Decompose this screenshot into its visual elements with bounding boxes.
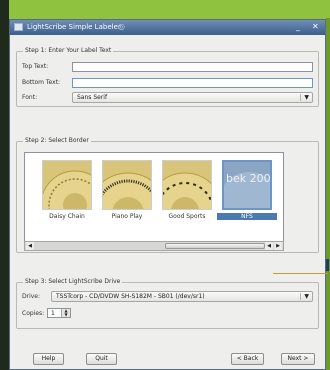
scroll-left-icon[interactable]: ◀: [26, 242, 34, 250]
window-title: LightScribe Simple Labeler: [27, 23, 121, 31]
border-label-good-sports: Good Sports: [168, 213, 206, 220]
scroll-right-icon[interactable]: ▶: [274, 242, 282, 250]
top-text-label: Top Text:: [22, 63, 49, 70]
chevron-down-icon: ▼: [304, 94, 309, 101]
border-scrollbar[interactable]: ◀ ◀ ▶: [24, 241, 284, 251]
top-text-input[interactable]: [72, 62, 313, 72]
copies-value: 1: [51, 310, 55, 317]
desktop-edge: [0, 0, 9, 370]
minimize-button[interactable]: _: [296, 22, 300, 31]
labeler-window: LightScribe Simple Labeler ◎ _ ✕ Step 1:…: [9, 19, 329, 370]
drive-select-value: TSSTcorp - CD/DVDW SH-S182M - SB01 (/dev…: [56, 293, 205, 300]
scroll-left-end-icon[interactable]: ◀: [265, 242, 273, 250]
border-thumb-daisy-chain[interactable]: [42, 160, 92, 210]
nfs-art-text: bek 200: [226, 172, 271, 185]
combo-separator: [300, 293, 301, 300]
step2-group: Step 2: Select Border Daisy Chain Piano …: [16, 137, 319, 253]
next-button[interactable]: Next >: [281, 353, 315, 365]
bottom-text-label: Bottom Text:: [22, 79, 61, 86]
close-button[interactable]: ✕: [312, 22, 319, 31]
combo-separator: [300, 94, 301, 101]
window-edge-marker: [326, 259, 329, 271]
font-label: Font:: [22, 94, 38, 101]
border-label-nfs: NFS: [217, 213, 277, 220]
spinner-arrows-icon[interactable]: ▲ ▼: [61, 309, 70, 317]
decorative-line: [273, 273, 328, 274]
step1-legend: Step 1: Enter Your Label Text: [23, 47, 114, 54]
border-thumb-good-sports[interactable]: [162, 160, 212, 210]
title-bar[interactable]: LightScribe Simple Labeler ◎ _ ✕: [10, 20, 325, 35]
back-button[interactable]: < Back: [231, 353, 264, 365]
good-sports-art: [163, 161, 211, 209]
chevron-down-icon: ▼: [304, 293, 309, 300]
step3-legend: Step 3: Select LightScribe Drive: [23, 278, 123, 285]
daisy-chain-art: [43, 161, 91, 209]
scrollbar-thumb[interactable]: [165, 243, 265, 249]
step3-group: Step 3: Select LightScribe Drive Drive: …: [16, 278, 319, 329]
copies-spinner[interactable]: 1 ▲ ▼: [47, 308, 71, 318]
window-shadow: [326, 18, 330, 370]
piano-play-art: [103, 161, 151, 209]
app-icon: [14, 23, 23, 31]
copies-label: Copies:: [22, 310, 45, 317]
font-select-value: Sans Serif: [77, 94, 108, 101]
step2-legend: Step 2: Select Border: [23, 137, 91, 144]
font-select[interactable]: Sans Serif ▼: [72, 92, 313, 103]
border-label-daisy-chain: Daisy Chain: [49, 213, 85, 220]
help-button[interactable]: Help: [33, 353, 64, 365]
drive-select[interactable]: TSSTcorp - CD/DVDW SH-S182M - SB01 (/dev…: [51, 291, 313, 302]
quit-button[interactable]: Quit: [86, 353, 117, 365]
bottom-text-input[interactable]: [72, 78, 313, 88]
drive-label: Drive:: [22, 293, 41, 300]
border-gallery: Daisy Chain Piano Play Good Sports bek 2…: [24, 152, 284, 244]
border-thumb-nfs[interactable]: bek 200: [222, 160, 272, 210]
border-label-piano-play: Piano Play: [111, 213, 143, 220]
border-thumb-piano-play[interactable]: [102, 160, 152, 210]
step1-group: Step 1: Enter Your Label Text Top Text: …: [16, 47, 319, 107]
nfs-art: bek 200: [224, 162, 271, 208]
roll-up-icon[interactable]: ◎: [118, 22, 125, 31]
